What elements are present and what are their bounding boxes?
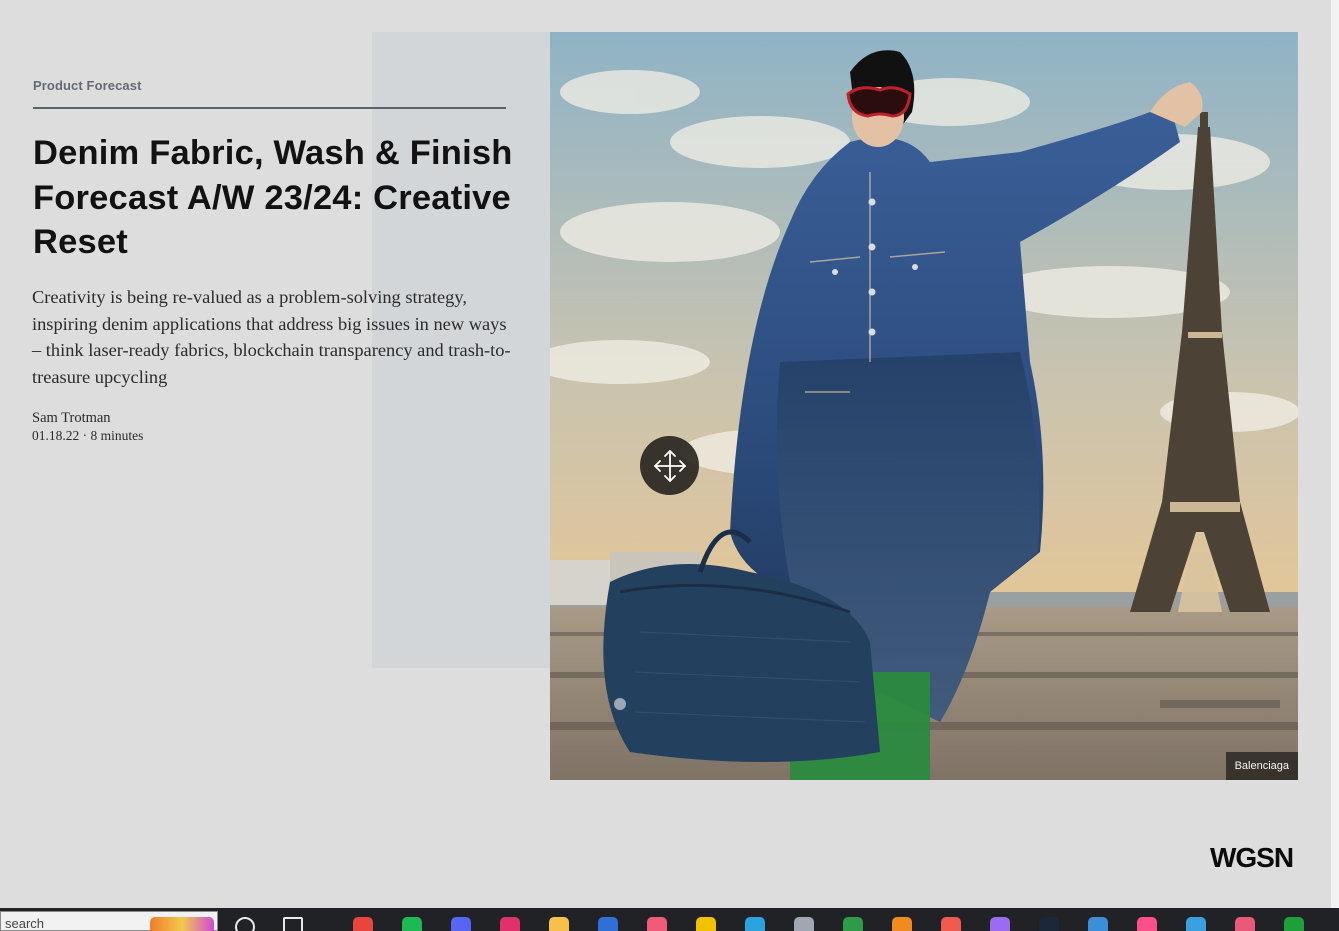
window-edge	[1331, 0, 1339, 908]
article-category[interactable]: Product Forecast	[33, 78, 142, 93]
mail-icon[interactable]	[598, 917, 618, 931]
wgsn-logo[interactable]: WGSN	[1205, 840, 1298, 874]
spotify-icon[interactable]	[402, 917, 422, 931]
colorful-app-icon[interactable]	[941, 917, 961, 931]
network-app-icon[interactable]	[1186, 917, 1206, 931]
discord-icon[interactable]	[451, 917, 471, 931]
ladder-app-icon[interactable]	[696, 917, 716, 931]
article-summary: Creativity is being re-valued as a probl…	[32, 287, 511, 387]
purple-app-icon[interactable]	[990, 917, 1010, 931]
file-explorer-icon[interactable]	[549, 917, 569, 931]
category-divider	[33, 107, 506, 109]
itunes-icon[interactable]	[647, 917, 667, 931]
chrome-icon[interactable]	[353, 917, 373, 931]
article-date-reading-time: 01.18.22 · 8 minutes	[32, 428, 144, 443]
task-view-icon[interactable]	[283, 917, 303, 931]
search-highlight-icon	[150, 917, 214, 931]
move-arrows-icon	[653, 449, 686, 482]
hero-image: Balenciaga	[550, 32, 1298, 780]
search-icon[interactable]	[235, 917, 255, 931]
instagram-icon[interactable]	[500, 917, 520, 931]
blender-icon[interactable]	[892, 917, 912, 931]
image-credit: Balenciaga	[1225, 752, 1298, 780]
water-drop-app-icon[interactable]	[1088, 917, 1108, 931]
steam-icon[interactable]	[1039, 917, 1059, 931]
move-image-button[interactable]	[640, 436, 699, 495]
calculator-icon[interactable]	[794, 917, 814, 931]
xbox-icon[interactable]	[1284, 917, 1304, 931]
svg-text:WGSN: WGSN	[1210, 842, 1293, 873]
leaf-app-icon[interactable]	[843, 917, 863, 931]
play-store-icon[interactable]	[1137, 917, 1157, 931]
telegram-icon[interactable]	[745, 917, 765, 931]
camera-app-icon[interactable]	[1235, 917, 1255, 931]
article-title: Denim Fabric, Wash & Finish Forecast A/W…	[33, 134, 513, 261]
hero-illustration	[550, 32, 1298, 780]
article-author[interactable]: Sam Trotman	[32, 410, 111, 427]
taskbar: search	[0, 908, 1339, 931]
